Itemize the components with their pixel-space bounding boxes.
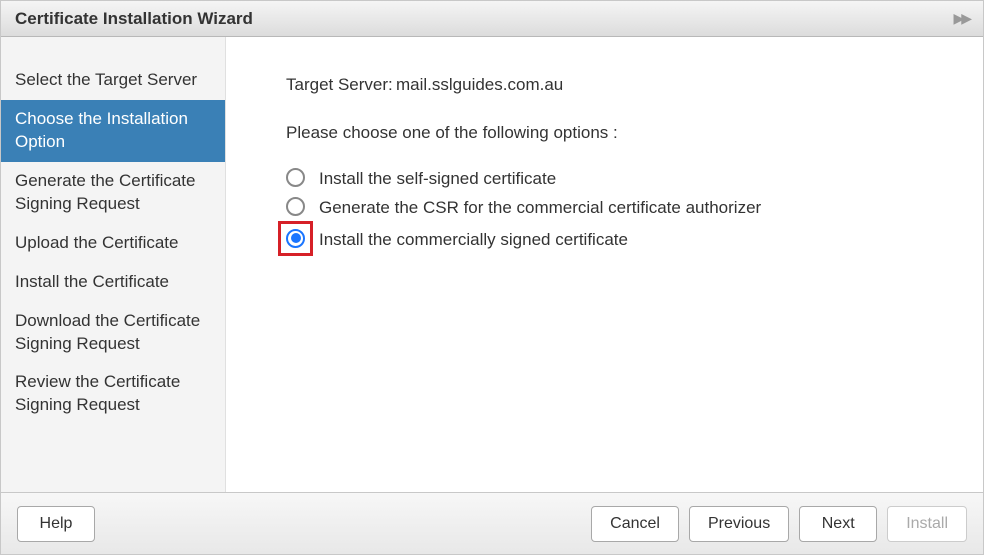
options-group: Install the self-signed certificate Gene… bbox=[286, 165, 943, 256]
previous-button[interactable]: Previous bbox=[689, 506, 789, 542]
sidebar: Select the Target Server Choose the Inst… bbox=[1, 37, 226, 492]
option-label: Install the commercially signed certific… bbox=[319, 226, 628, 252]
cancel-button[interactable]: Cancel bbox=[591, 506, 679, 542]
target-server-label: Target Server: bbox=[286, 75, 396, 95]
step-review-csr[interactable]: Review the Certificate Signing Request bbox=[1, 363, 225, 425]
wizard-body: Select the Target Server Choose the Inst… bbox=[1, 37, 983, 492]
option-commercial-signed[interactable]: Install the commercially signed certific… bbox=[286, 223, 943, 256]
collapse-icon[interactable]: ▶▶ bbox=[953, 10, 969, 27]
titlebar-title: Certificate Installation Wizard bbox=[15, 9, 253, 29]
footer: Help Cancel Previous Next Install bbox=[1, 492, 983, 554]
main-panel: Target Server: mail.sslguides.com.au Ple… bbox=[226, 37, 983, 492]
step-install-certificate[interactable]: Install the Certificate bbox=[1, 263, 225, 302]
target-server-row: Target Server: mail.sslguides.com.au bbox=[286, 75, 943, 95]
help-button[interactable]: Help bbox=[17, 506, 95, 542]
step-upload-certificate[interactable]: Upload the Certificate bbox=[1, 224, 225, 263]
option-label: Generate the CSR for the commercial cert… bbox=[319, 194, 761, 220]
wizard-dialog: Certificate Installation Wizard ▶▶ Selec… bbox=[0, 0, 984, 555]
radio-icon[interactable] bbox=[286, 168, 305, 187]
next-button[interactable]: Next bbox=[799, 506, 877, 542]
option-self-signed[interactable]: Install the self-signed certificate bbox=[286, 165, 943, 191]
highlight-box bbox=[278, 221, 313, 256]
options-prompt: Please choose one of the following optio… bbox=[286, 123, 943, 143]
radio-icon[interactable] bbox=[286, 229, 305, 248]
step-generate-csr[interactable]: Generate the Certificate Signing Request bbox=[1, 162, 225, 224]
option-generate-csr[interactable]: Generate the CSR for the commercial cert… bbox=[286, 194, 943, 220]
step-download-csr[interactable]: Download the Certificate Signing Request bbox=[1, 302, 225, 364]
step-select-target-server[interactable]: Select the Target Server bbox=[1, 61, 225, 100]
target-server-value: mail.sslguides.com.au bbox=[396, 75, 563, 95]
titlebar: Certificate Installation Wizard ▶▶ bbox=[1, 1, 983, 37]
radio-icon[interactable] bbox=[286, 197, 305, 216]
step-choose-installation-option[interactable]: Choose the Installation Option bbox=[1, 100, 225, 162]
option-label: Install the self-signed certificate bbox=[319, 165, 556, 191]
install-button: Install bbox=[887, 506, 967, 542]
footer-right: Cancel Previous Next Install bbox=[591, 506, 967, 542]
